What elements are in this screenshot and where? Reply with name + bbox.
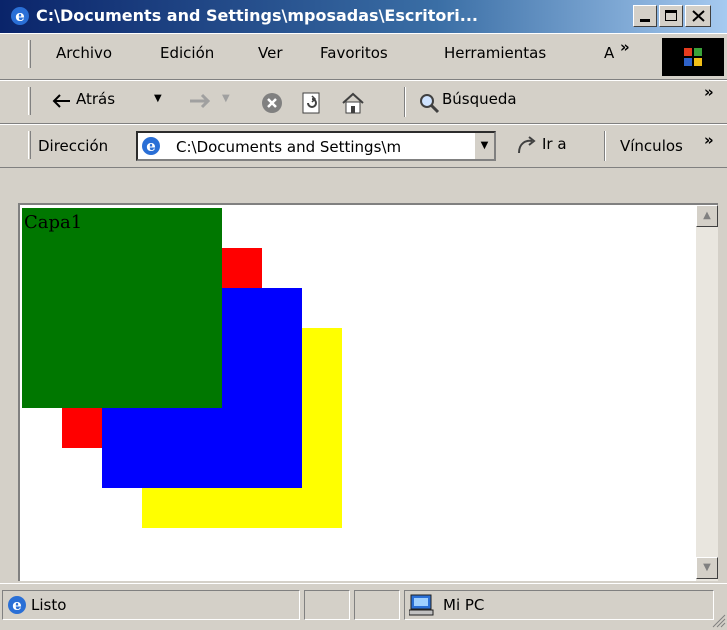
menu-edicion[interactable]: Edición — [160, 44, 214, 62]
search-icon — [420, 94, 440, 114]
scroll-up-button[interactable]: ▲ — [696, 205, 718, 227]
layer-label: Capa1 — [24, 212, 83, 233]
address-label: Dirección — [38, 137, 109, 155]
menu-grip[interactable] — [28, 40, 31, 68]
toolbar-separator — [404, 87, 406, 117]
menu-ayuda[interactable]: A — [604, 44, 614, 62]
status-bar: e Listo Mi PC — [0, 583, 727, 630]
refresh-icon[interactable] — [300, 91, 324, 115]
ie-status-icon: e — [8, 596, 26, 614]
status-pane-2 — [304, 590, 350, 620]
links-separator — [604, 131, 606, 161]
maximize-button[interactable] — [659, 5, 683, 27]
ie-icon: e — [11, 7, 29, 25]
menu-favoritos[interactable]: Favoritos — [320, 44, 388, 62]
toolbar-grip[interactable] — [28, 87, 31, 115]
address-field[interactable]: e C:\Documents and Settings\m ▼ — [136, 131, 496, 161]
windows-logo — [662, 38, 724, 76]
status-pane-zone: Mi PC — [404, 590, 714, 620]
menu-herramientas[interactable]: Herramientas — [444, 44, 546, 62]
search-label: Búsqueda — [442, 90, 517, 108]
status-zone: Mi PC — [443, 596, 485, 614]
svg-text:e: e — [146, 137, 156, 155]
links-overflow[interactable]: » — [704, 131, 714, 149]
ie-page-icon: e — [142, 137, 160, 155]
vertical-scrollbar[interactable]: ▲ ▼ — [696, 203, 718, 581]
forward-arrow-icon — [190, 93, 211, 109]
status-pane-main: e Listo — [2, 590, 300, 620]
svg-text:e: e — [15, 7, 25, 25]
forward-dropdown-icon[interactable]: ▼ — [222, 93, 230, 104]
status-pane-3 — [354, 590, 400, 620]
back-dropdown-icon[interactable]: ▼ — [154, 93, 162, 104]
close-icon — [692, 10, 705, 22]
stop-icon[interactable] — [260, 91, 284, 115]
layer-capa1: Capa1 — [22, 208, 222, 408]
resize-grip-icon[interactable] — [712, 614, 726, 628]
windows-flag-icon — [684, 48, 702, 66]
back-label: Atrás — [76, 90, 116, 108]
status-text: Listo — [31, 596, 67, 614]
svg-text:e: e — [12, 596, 22, 614]
links-label[interactable]: Vínculos — [620, 137, 683, 155]
go-icon — [518, 136, 536, 154]
address-bar: Dirección e C:\Documents and Settings\m … — [0, 124, 727, 168]
menu-overflow[interactable]: » — [620, 38, 630, 56]
forward-button[interactable]: ▼ — [188, 87, 244, 117]
computer-icon — [409, 594, 434, 616]
address-input[interactable]: C:\Documents and Settings\m — [176, 138, 466, 156]
minimize-button[interactable] — [633, 5, 657, 27]
go-button[interactable]: Ir a — [516, 131, 596, 161]
title-bar[interactable]: e C:\Documents and Settings\mposadas\Esc… — [0, 0, 727, 33]
go-label: Ir a — [542, 135, 567, 153]
back-arrow-icon — [52, 94, 70, 108]
address-grip[interactable] — [28, 131, 31, 159]
back-button[interactable]: Atrás ▼ — [52, 87, 176, 117]
home-icon[interactable] — [340, 91, 366, 115]
window-title: C:\Documents and Settings\mposadas\Escri… — [36, 6, 478, 25]
toolbar-overflow[interactable]: » — [704, 83, 714, 101]
menu-archivo[interactable]: Archivo — [56, 44, 112, 62]
close-button[interactable] — [685, 5, 711, 27]
address-dropdown-button[interactable]: ▼ — [474, 133, 494, 159]
scroll-down-button[interactable]: ▼ — [696, 557, 718, 579]
search-button[interactable]: Búsqueda — [418, 87, 558, 117]
menu-bar: Archivo Edición Ver Favoritos Herramient… — [0, 33, 727, 80]
standard-toolbar: Atrás ▼ ▼ Búsqueda » — [0, 80, 727, 124]
menu-ver[interactable]: Ver — [258, 44, 283, 62]
